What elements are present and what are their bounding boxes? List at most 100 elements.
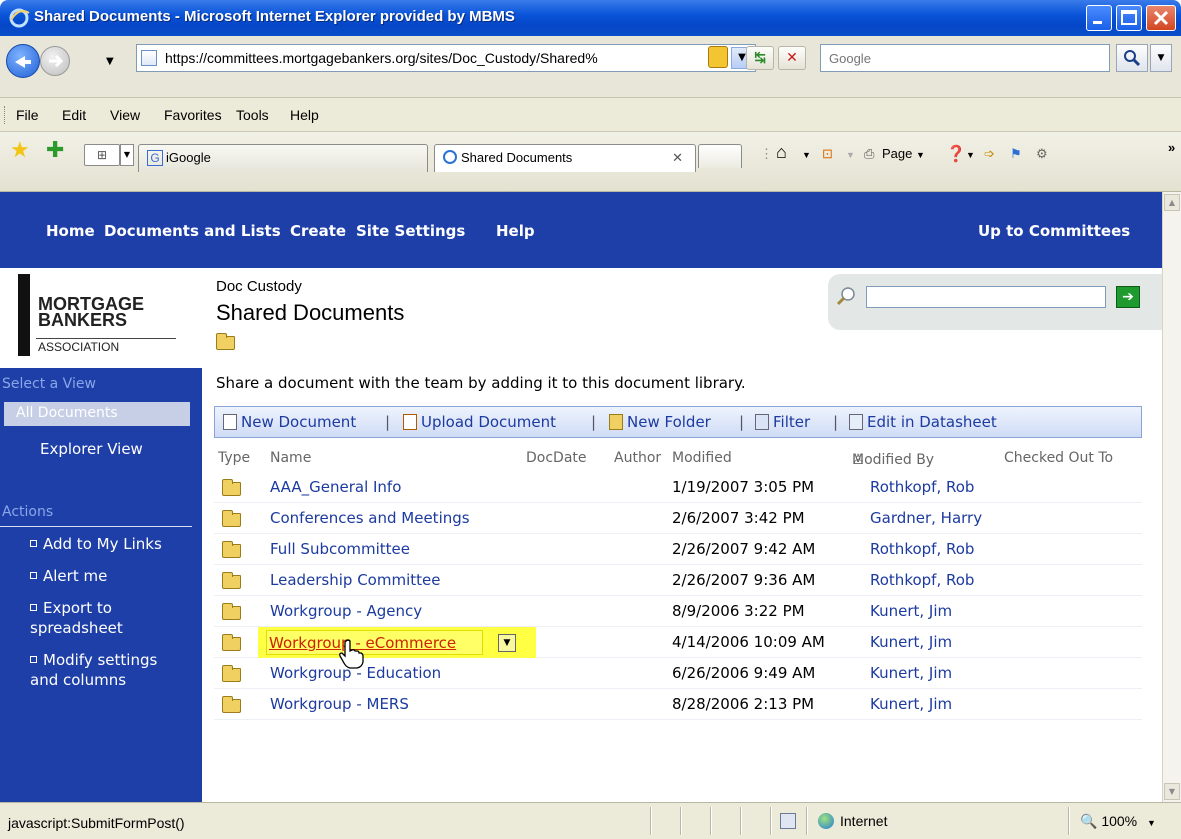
col-modified[interactable]: Modified	[672, 450, 732, 466]
item-menu-dropdown[interactable]: ▼	[498, 634, 516, 652]
action-export-to-spreadsheet[interactable]: Export to spreadsheet	[30, 598, 123, 638]
search-options-dropdown[interactable]: ▼	[1150, 44, 1172, 72]
row-name-link[interactable]: Workgroup - MERS	[270, 695, 409, 713]
action-alert-me[interactable]: Alert me	[30, 566, 107, 586]
col-docdate[interactable]: DocDate	[526, 450, 587, 466]
menu-edit[interactable]: Edit	[62, 107, 86, 123]
menu-favorites[interactable]: Favorites	[164, 107, 222, 123]
refresh-button[interactable]: ↹	[746, 46, 774, 70]
tab-shared-documents[interactable]: Shared Documents ✕	[434, 144, 696, 172]
tab-list-dropdown[interactable]: ▼	[120, 144, 134, 166]
row-modified-by-link[interactable]: Rothkopf, Rob	[870, 540, 974, 558]
table-row[interactable]: Full Subcommittee 2/26/2007 9:42 AM Roth…	[214, 534, 1142, 565]
zoom-level[interactable]: 🔍 100% ▼	[1080, 813, 1156, 830]
back-button[interactable]	[6, 44, 40, 78]
page-menu[interactable]: Page ▼	[882, 146, 925, 161]
menu-view[interactable]: View	[110, 107, 140, 123]
menu-file[interactable]: File	[16, 107, 39, 123]
row-name-link[interactable]: AAA_General Info	[270, 478, 401, 496]
list-header: Type Name DocDate Author Modified ♙ Modif…	[218, 450, 1114, 468]
menu-help[interactable]: Help	[290, 107, 319, 123]
action-add-to-my-links[interactable]: Add to My Links	[30, 534, 162, 554]
print-icon[interactable]: ⎙	[864, 146, 874, 162]
row-modified-by-link[interactable]: Kunert, Jim	[870, 695, 952, 713]
new-tab-button[interactable]	[698, 144, 742, 168]
nav-site-settings[interactable]: Site Settings	[356, 222, 465, 240]
forward-button[interactable]	[40, 46, 70, 76]
site-search-go-button[interactable]: ➔	[1116, 286, 1140, 308]
research-icon[interactable]: ➩	[984, 146, 995, 162]
help-icon[interactable]: ❓	[946, 144, 966, 164]
row-name-link[interactable]: Workgroup - Agency	[270, 602, 422, 620]
minimize-button[interactable]	[1086, 5, 1112, 31]
site-search-input[interactable]	[866, 286, 1106, 308]
close-button[interactable]	[1146, 5, 1176, 31]
row-modified-by-link[interactable]: Gardner, Harry	[870, 509, 982, 527]
row-modified-by-link[interactable]: Rothkopf, Rob	[870, 478, 974, 496]
feeds-dropdown-icon[interactable]: ▼	[846, 150, 855, 160]
table-row[interactable]: AAA_General Info 1/19/2007 3:05 PM Rothk…	[214, 472, 1142, 503]
search-button[interactable]	[1116, 44, 1148, 72]
vertical-scrollbar[interactable]: ▲ ▼	[1162, 192, 1181, 802]
nav-up-to-committees[interactable]: Up to Committees	[978, 222, 1130, 240]
row-name-link[interactable]: Full Subcommittee	[270, 540, 410, 558]
nav-help[interactable]: Help	[496, 222, 535, 240]
row-modified-by-link[interactable]: Kunert, Jim	[870, 633, 952, 651]
quick-tabs-button[interactable]: ⊞	[84, 144, 120, 166]
menu-tools[interactable]: Tools	[236, 107, 269, 123]
help-dropdown-icon[interactable]: ▼	[966, 150, 975, 160]
more-commands-icon[interactable]: »	[1168, 140, 1175, 155]
new-document-button[interactable]: New Document	[223, 413, 356, 431]
security-zone[interactable]: Internet	[818, 813, 887, 829]
row-name-link[interactable]: Conferences and Meetings	[270, 509, 470, 527]
new-folder-button[interactable]: New Folder	[609, 413, 711, 431]
hand-cursor-icon	[339, 639, 364, 669]
col-checked-out-to[interactable]: Checked Out To	[1004, 450, 1113, 466]
nav-documents-and-lists[interactable]: Documents and Lists	[104, 222, 281, 240]
favorites-center-icon[interactable]: ★	[10, 140, 30, 162]
search-box[interactable]	[820, 44, 1110, 72]
col-type[interactable]: Type	[218, 450, 250, 466]
row-modified-by-link[interactable]: Kunert, Jim	[870, 664, 952, 682]
add-favorites-icon[interactable]: ✚	[46, 140, 64, 162]
home-dropdown-icon[interactable]: ▼	[802, 150, 811, 160]
upload-document-button[interactable]: Upload Document	[403, 413, 556, 431]
window-title-bar[interactable]: Shared Documents - Microsoft Internet Ex…	[0, 0, 1181, 36]
col-author[interactable]: Author	[614, 450, 661, 466]
address-bar[interactable]: https://committees.mortgagebankers.org/s…	[136, 44, 756, 72]
row-modified-by-link[interactable]: Rothkopf, Rob	[870, 571, 974, 589]
search-input[interactable]	[821, 45, 1109, 71]
nav-create[interactable]: Create	[290, 222, 346, 240]
row-name-link[interactable]: Leadership Committee	[270, 571, 440, 589]
address-url[interactable]: https://committees.mortgagebankers.org/s…	[165, 50, 725, 66]
table-row[interactable]: Conferences and Meetings 2/6/2007 3:42 P…	[214, 503, 1142, 534]
tools-icon[interactable]: ⚙	[1036, 146, 1048, 162]
protected-mode-icon[interactable]	[780, 813, 796, 829]
view-all-documents[interactable]: All Documents	[4, 402, 190, 426]
mba-logo[interactable]: MORTGAGE BANKERS ASSOCIATION	[18, 274, 178, 356]
home-icon[interactable]: ⌂	[776, 142, 787, 163]
col-name[interactable]: Name	[270, 450, 311, 466]
feeds-icon[interactable]: ⊡	[822, 146, 833, 162]
scroll-up-button[interactable]: ▲	[1164, 194, 1180, 211]
toolbar-grip[interactable]	[4, 106, 7, 124]
breadcrumb[interactable]: Doc Custody	[216, 278, 302, 295]
action-modify-settings[interactable]: Modify settings and columns	[30, 650, 157, 690]
row-modified-by-link[interactable]: Kunert, Jim	[870, 602, 952, 620]
stop-button[interactable]: ✕	[778, 46, 806, 70]
close-tab-icon[interactable]: ✕	[672, 150, 683, 166]
lock-icon[interactable]	[708, 46, 728, 68]
page-icon	[141, 50, 157, 66]
nav-home[interactable]: Home	[46, 222, 95, 240]
messenger-icon[interactable]: ⚑	[1010, 146, 1022, 162]
scroll-down-button[interactable]: ▼	[1164, 783, 1180, 800]
table-row[interactable]: Workgroup - Agency 8/9/2006 3:22 PM Kune…	[214, 596, 1142, 627]
history-dropdown-icon[interactable]: ▼	[106, 56, 114, 67]
maximize-button[interactable]	[1116, 5, 1142, 31]
tab-igoogle[interactable]: GiGoogle	[138, 144, 428, 172]
edit-in-datasheet-button[interactable]: Edit in Datasheet	[849, 413, 997, 431]
row-name-link[interactable]: Workgroup - eCommerce	[266, 630, 484, 655]
table-row[interactable]: Leadership Committee 2/26/2007 9:36 AM R…	[214, 565, 1142, 596]
filter-button[interactable]: Filter	[755, 413, 810, 431]
table-row[interactable]: Workgroup - MERS 8/28/2006 2:13 PM Kuner…	[214, 689, 1142, 720]
